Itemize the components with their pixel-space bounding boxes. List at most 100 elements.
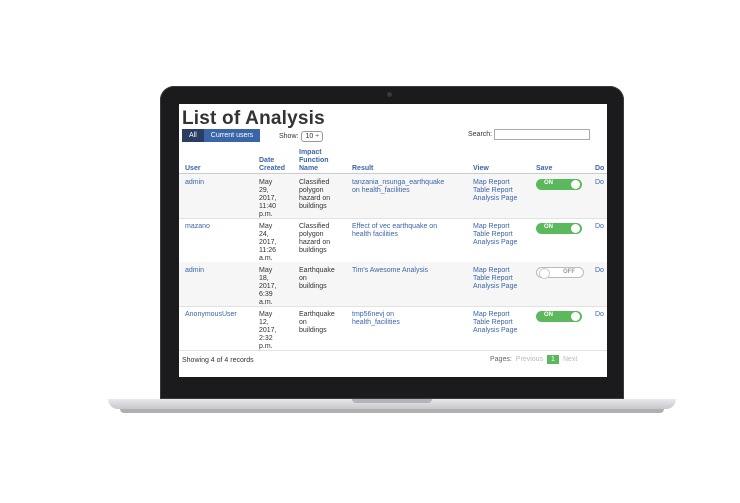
show-entries: Show: 10 ÷ [279,131,324,142]
ifn-line: polygon [299,187,324,194]
user-cell[interactable]: mazano [185,223,210,231]
show-count-select[interactable]: 10 ÷ [301,131,324,142]
column-header-result[interactable]: Result [352,165,373,173]
ifn-line: Earthquake [299,311,335,318]
analysis-page-link[interactable]: Analysis Page [473,239,517,247]
map-report-link[interactable]: Map Report [473,179,517,187]
table-report-link[interactable]: Table Report [473,187,517,195]
result-link[interactable]: Tim's Awesome Analysis [352,267,428,275]
date-line: 2:32 [259,335,273,342]
ifn-line: Earthquake [299,267,335,274]
save-toggle[interactable]: ON [536,311,582,322]
toggle-label: ON [544,224,553,230]
current-page-button[interactable]: 1 [547,355,559,364]
map-report-link[interactable]: Map Report [473,223,517,231]
column-header-save[interactable]: Save [536,165,552,173]
toggle-knob [539,268,550,279]
page-title: List of Analysis [182,108,325,129]
date-cell: May 12, 2017, 2:32 p.m. [259,311,277,351]
date-line: May [259,223,273,230]
toggle-knob [571,180,580,189]
toggle-knob [571,224,580,233]
filter-current-users-button[interactable]: Current users [203,129,261,142]
filter-all-button[interactable]: All [182,129,204,142]
user-cell[interactable]: admin [185,179,204,187]
next-page-button[interactable]: Next [563,356,577,363]
date-line: 11:40 [259,203,276,210]
laptop-base-shadow [120,409,664,413]
analysis-page-link[interactable]: Analysis Page [473,195,517,203]
previous-page-button[interactable]: Previous [516,356,543,363]
show-label: Show: [279,133,299,140]
map-report-link[interactable]: Map Report [473,311,517,319]
table-row: admin May 18, 2017, 6:39 a.m. Earthquake… [179,262,607,307]
records-summary: Showing 4 of 4 records [182,357,254,364]
column-header-user[interactable]: User [185,165,201,173]
ifn-line: hazard on [299,239,331,246]
analysis-page-link[interactable]: Analysis Page [473,327,517,335]
result-line: Tim's Awesome Analysis [352,267,429,274]
save-toggle[interactable]: ON [536,179,582,190]
date-line: May [259,311,273,318]
date-line: 6:39 [259,291,273,298]
ifn-line: buildings [299,247,327,254]
date-line: 11:26 [259,247,276,254]
ifn-line: polygon [299,231,324,238]
pagination: Pages: Previous 1 Next [490,355,577,364]
ifn-line: on [299,319,307,326]
ifn-line: on [299,275,307,282]
result-line: health_facilities [352,319,400,326]
date-cell: May 24, 2017, 11:26 a.m. [259,223,277,263]
save-toggle[interactable]: OFF [536,267,584,279]
search-input[interactable] [494,129,591,140]
result-line: tanzania_nsunga_earthquake [352,179,445,186]
view-links: Map Report Table Report Analysis Page [473,267,517,291]
download-link[interactable]: Do [595,179,604,187]
column-header-ifn-line3: Name [299,165,319,172]
view-links: Map Report Table Report Analysis Page [473,311,517,335]
view-links: Map Report Table Report Analysis Page [473,179,517,203]
user-cell[interactable]: AnonymousUser [185,311,237,319]
table-header: User Date Created Impact Function Name R… [179,147,607,174]
result-line: on health_facilities [352,187,410,194]
ifn-line: buildings [299,283,327,290]
column-header-download[interactable]: Do [595,165,604,173]
camera-icon [387,92,392,97]
ifn-line: buildings [299,327,327,334]
table-report-link[interactable]: Table Report [473,275,517,283]
search-label: Search: [468,131,493,138]
column-header-date[interactable]: Date Created [259,157,285,173]
result-link[interactable]: tanzania_nsunga_earthquake on health_fac… [352,179,444,195]
analysis-page-link[interactable]: Analysis Page [473,283,517,291]
result-line: tmp56nevj on [352,311,395,318]
ifn-line: hazard on [299,195,331,202]
user-cell[interactable]: admin [185,267,204,275]
laptop-notch [352,399,432,403]
table-row: admin May 29, 2017, 11:40 p.m. Classifie… [179,174,607,219]
date-line: May [259,179,273,186]
date-line: 2017, [259,239,277,246]
download-link[interactable]: Do [595,267,604,275]
result-link[interactable]: tmp56nevj on health_facilities [352,311,400,327]
pages-label: Pages: [490,356,512,363]
save-toggle[interactable]: ON [536,223,582,234]
column-header-date-line1: Date [259,157,275,164]
download-link[interactable]: Do [595,223,604,231]
user-filter-group: All Current users [182,129,261,142]
column-header-view[interactable]: View [473,165,489,173]
table-report-link[interactable]: Table Report [473,231,517,239]
impact-function-cell: Classified polygon hazard on buildings [299,179,330,211]
ifn-line: Classified [299,223,330,230]
impact-function-cell: Earthquake on buildings [299,311,335,335]
date-line: 12, [259,319,269,326]
date-line: 2017, [259,195,277,202]
map-report-link[interactable]: Map Report [473,267,517,275]
toggle-label: ON [544,312,553,318]
table-report-link[interactable]: Table Report [473,319,517,327]
laptop-screen: List of Analysis All Current users Show:… [179,104,607,377]
result-link[interactable]: Effect of vec earthquake on health facil… [352,223,437,239]
download-link[interactable]: Do [595,311,604,319]
toggle-label: ON [544,180,553,186]
column-header-impact-function[interactable]: Impact Function Name [299,149,329,173]
view-links: Map Report Table Report Analysis Page [473,223,517,247]
